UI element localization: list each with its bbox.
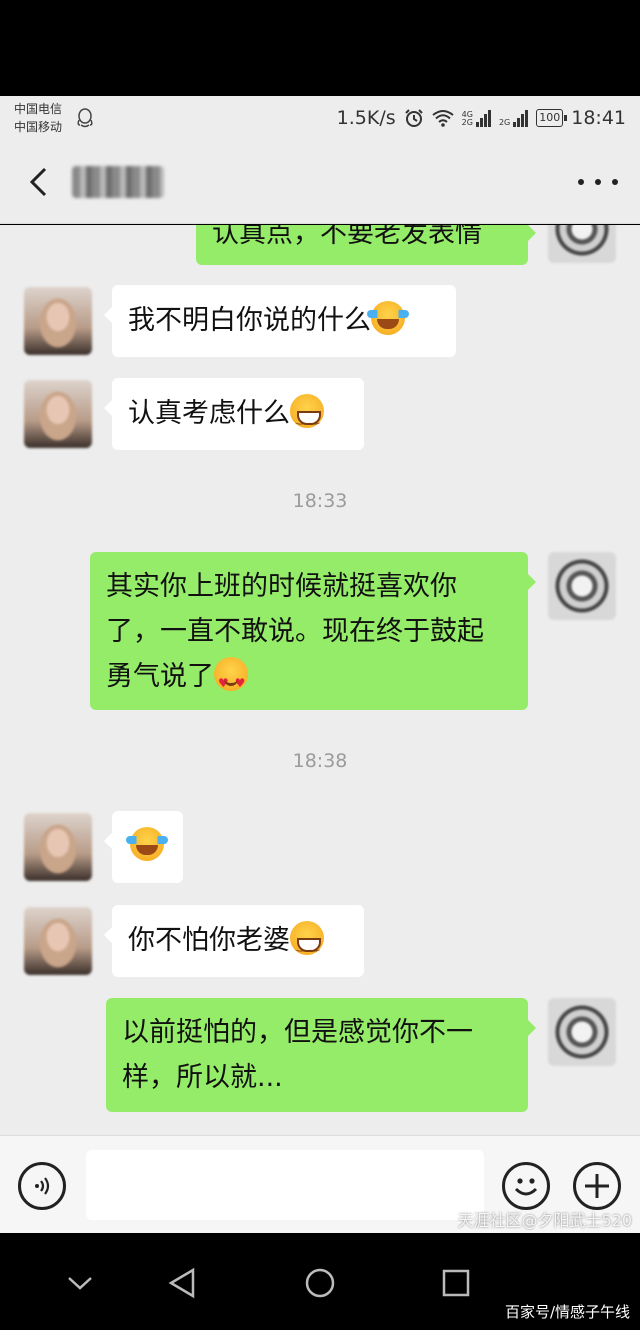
voice-button[interactable] [18, 1162, 66, 1210]
contact-avatar[interactable] [24, 380, 92, 448]
network-speed: 1.5K/s [336, 107, 396, 129]
battery-icon: 100 [536, 109, 568, 127]
laugh-cry-emoji-icon [367, 301, 409, 335]
message-bubble-incoming[interactable]: 我不明白你说的什么 [104, 285, 456, 357]
nav-hide-button[interactable] [60, 1263, 100, 1303]
more-dot [595, 179, 601, 185]
my-avatar[interactable] [548, 998, 616, 1066]
more-dot [578, 179, 584, 185]
message-text: 认真点，不要老发表情 [212, 225, 482, 249]
message-timestamp: 18:33 [292, 490, 348, 512]
status-right: 1.5K/s 4G 2G 2G 100 18:41 [337, 96, 626, 140]
back-arrow-icon [29, 167, 47, 197]
my-avatar[interactable] [548, 552, 616, 620]
contact-avatar[interactable] [24, 813, 92, 881]
heart-eyes-emoji-icon [214, 657, 248, 706]
contact-avatar[interactable] [24, 907, 92, 975]
message-text: 你不怕你老婆 [128, 925, 290, 956]
alarm-icon [404, 109, 423, 127]
message-text-line: 样，所以就... [122, 1062, 283, 1093]
clock-time: 18:41 [571, 107, 626, 129]
watermark-tianya: 天涯社区@夕阳武士520 [457, 1211, 632, 1230]
signal-1-icon: 4G 2G [462, 109, 491, 127]
chat-message-list[interactable]: 认真点，不要老发表情 我不明白你说的什么 认真考虑什么 18:33 其实你上班的… [0, 225, 640, 1135]
more-button[interactable] [578, 168, 618, 196]
back-button[interactable] [18, 162, 58, 202]
message-timestamp: 18:38 [292, 750, 348, 772]
message-bubble-incoming[interactable]: 认真考虑什么 [104, 378, 364, 450]
carrier-info: 中国电信 中国移动 [14, 100, 62, 136]
chat-header: ▇▇▇ [0, 140, 640, 224]
message-text-line: 勇气说了 [106, 661, 214, 692]
grin-emoji-icon [290, 394, 324, 441]
watermark-baijia: 百家号/情感子午线 [504, 1303, 630, 1321]
message-bubble-incoming[interactable] [104, 811, 183, 883]
square-recents-icon [442, 1269, 470, 1297]
circle-home-icon [305, 1268, 335, 1298]
plus-icon [585, 1174, 609, 1198]
message-text-line: 以前挺怕的，但是感觉你不一 [122, 1017, 473, 1048]
message-text-line: 其实你上班的时候就挺喜欢你 [106, 571, 457, 602]
more-dot [612, 179, 618, 185]
triangle-back-icon [168, 1267, 195, 1299]
nav-back-button[interactable] [162, 1263, 202, 1303]
carrier-2: 中国移动 [14, 120, 63, 134]
contact-name[interactable]: ▇▇▇ [72, 166, 164, 198]
voice-icon [35, 1177, 50, 1195]
message-bubble-outgoing[interactable]: 认真点，不要老发表情 [196, 225, 536, 265]
message-input[interactable] [86, 1150, 484, 1220]
chevron-down-icon [68, 1277, 92, 1290]
wifi-icon [432, 110, 454, 127]
signal-2-icon: 2G [498, 109, 529, 127]
laugh-cry-emoji-icon [126, 827, 168, 861]
my-avatar[interactable] [548, 225, 616, 263]
contact-avatar[interactable] [24, 287, 92, 355]
nav-home-button[interactable] [300, 1263, 340, 1303]
message-bubble-outgoing[interactable]: 以前挺怕的，但是感觉你不一 样，所以就... [106, 998, 536, 1112]
message-text: 认真考虑什么 [128, 398, 290, 429]
message-bubble-outgoing[interactable]: 其实你上班的时候就挺喜欢你 了，一直不敢说。现在终于鼓起 勇气说了 [90, 552, 536, 710]
signal-1-sub: 2G [461, 118, 473, 127]
message-bubble-incoming[interactable]: 你不怕你老婆 [104, 905, 364, 977]
system-navigation-bar: 百家号/情感子午线 [0, 1233, 640, 1330]
top-black-bar [0, 0, 640, 96]
carrier-1: 中国电信 [14, 102, 63, 116]
nav-recents-button[interactable] [436, 1263, 476, 1303]
grin-emoji-icon [290, 921, 324, 968]
emoji-icon [514, 1178, 538, 1196]
message-text-line: 了，一直不敢说。现在终于鼓起 [106, 616, 484, 647]
qq-penguin-icon [77, 108, 93, 128]
message-text: 我不明白你说的什么 [128, 305, 371, 336]
emoji-button[interactable] [502, 1162, 550, 1210]
plus-button[interactable] [573, 1162, 621, 1210]
signal-2-label: 2G [498, 118, 511, 127]
status-bar: 中国电信 中国移动 1.5K/s 4G 2G 2G 100 18:41 [0, 96, 640, 140]
